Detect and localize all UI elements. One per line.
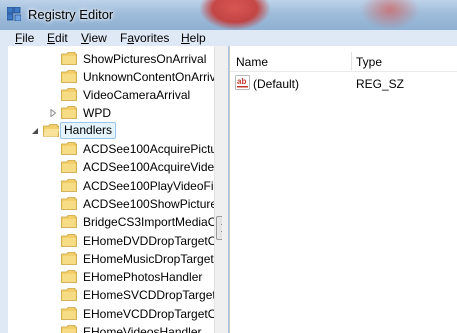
- tree-item[interactable]: ACDSee100PlayVideoFilesOnArrival: [8, 177, 222, 195]
- key-tree[interactable]: ShowPicturesOnArrival UnknownContentOnAr…: [8, 46, 223, 333]
- menu-edit-label: dit: [55, 31, 68, 45]
- tree-item[interactable]: EHomeVCDDropTargetOnArrival: [8, 305, 222, 323]
- value-type: REG_SZ: [356, 77, 405, 91]
- menu-help-accel: H: [181, 31, 190, 45]
- tree-item-label: EHomeVideosHandler: [83, 325, 202, 333]
- tree-item-label: ACDSee100AcquireVideosOnArrival: [83, 160, 222, 175]
- tree-item[interactable]: ACDSee100AcquirePicturesOnArrival: [8, 140, 222, 158]
- tree-item[interactable]: VideoCameraArrival: [8, 86, 214, 104]
- tree-item-label: EHomeSVCDDropTargetOnArrival: [83, 288, 222, 303]
- tree-item[interactable]: ACDSee100AcquireVideosOnArrival: [8, 158, 222, 176]
- tree-item[interactable]: ShowPicturesOnArrival: [8, 50, 214, 68]
- menu-favorites[interactable]: Favorites: [120, 31, 169, 45]
- column-divider[interactable]: [351, 52, 352, 70]
- tree-item-handlers[interactable]: Handlers: [8, 122, 214, 140]
- tree-item-label: EHomeDVDDropTargetOnArrival: [83, 233, 223, 248]
- background-glow: [200, 0, 270, 30]
- tree-item-label: BridgeCS3ImportMediaOnArrival: [83, 215, 222, 230]
- title-bar[interactable]: Registry Editor: [0, 0, 457, 30]
- folder-icon: [61, 88, 77, 101]
- tree-item[interactable]: EHomePhotosHandler: [8, 268, 214, 286]
- menu-favorites-label: vorites: [134, 31, 170, 45]
- menu-file-label: ile: [22, 31, 35, 45]
- folder-icon: [61, 251, 77, 265]
- folder-icon: [61, 70, 77, 83]
- tree-item-label: VideoCameraArrival: [83, 88, 191, 102]
- registry-editor-icon: [7, 7, 21, 21]
- folder-icon: [61, 52, 77, 65]
- menu-bar: File Edit View Favorites Help: [0, 30, 457, 46]
- background-glow: [360, 0, 420, 30]
- tree-item-label: WPD: [83, 106, 111, 120]
- tree-item[interactable]: EHomeSVCDDropTargetOnArrival: [8, 286, 222, 304]
- tree-item-label: EHomeVCDDropTargetOnArrival: [83, 306, 223, 321]
- tree-item[interactable]: EHomeVideosHandler: [8, 323, 214, 333]
- values-list[interactable]: Name Type ab (Default) REG_SZ: [229, 46, 457, 333]
- menu-edit[interactable]: Edit: [47, 31, 68, 45]
- open-folder-icon: [43, 124, 59, 137]
- menu-help[interactable]: Help: [181, 31, 206, 45]
- column-header-name[interactable]: Name: [236, 55, 268, 69]
- menu-view-label: iew: [88, 31, 107, 45]
- folder-icon: [61, 178, 77, 192]
- tree-item-label: EHomeMusicDropTargetOnArrival: [83, 251, 223, 266]
- tree-item-label: ACDSee100PlayVideoFilesOnArrival: [83, 178, 222, 193]
- tree-item-label-selected: Handlers: [60, 122, 117, 139]
- window-title: Registry Editor: [28, 7, 114, 22]
- menu-view-accel: V: [81, 31, 89, 45]
- menu-file[interactable]: File: [15, 31, 34, 45]
- menu-edit-accel: E: [47, 31, 56, 45]
- folder-icon: [61, 288, 77, 302]
- value-name: (Default): [253, 77, 300, 91]
- tree-item-label: EHomePhotosHandler: [83, 270, 203, 285]
- folder-icon: [61, 215, 77, 229]
- folder-icon: [61, 160, 77, 174]
- column-header-type[interactable]: Type: [356, 55, 382, 69]
- header-divider: [230, 71, 457, 72]
- collapse-arrow-icon[interactable]: [31, 127, 39, 135]
- tree-item[interactable]: BridgeCS3ImportMediaOnArrival: [8, 213, 222, 231]
- folder-icon: [61, 196, 77, 210]
- tree-item[interactable]: EHomeMusicDropTargetOnArrival: [8, 250, 222, 268]
- window-frame: [0, 46, 8, 333]
- tree-item[interactable]: ACDSee100ShowPicturesOnArrival: [8, 195, 222, 213]
- folder-icon: [61, 106, 77, 119]
- tree-item-label: UnknownContentOnArrival: [83, 70, 223, 84]
- tree-item-label: ACDSee100ShowPicturesOnArrival: [83, 196, 222, 211]
- folder-icon: [61, 306, 77, 320]
- tree-item-label: ACDSee100AcquirePicturesOnArrival: [83, 142, 222, 156]
- folder-icon: [61, 233, 77, 247]
- folder-icon: [61, 325, 77, 333]
- value-row[interactable]: ab (Default) REG_SZ: [230, 74, 457, 92]
- menu-help-label: elp: [189, 31, 206, 45]
- string-value-icon: ab: [235, 75, 250, 90]
- tree-item[interactable]: WPD: [8, 104, 214, 122]
- folder-icon: [61, 142, 77, 155]
- svg-text:ab: ab: [237, 77, 246, 86]
- expand-arrow-icon[interactable]: [49, 109, 57, 117]
- tree-item-label: ShowPicturesOnArrival: [83, 52, 207, 66]
- pane-splitter[interactable]: [222, 46, 228, 333]
- tree-item[interactable]: UnknownContentOnArrival: [8, 68, 222, 86]
- folder-icon: [61, 270, 77, 283]
- tree-item[interactable]: EHomeDVDDropTargetOnArrival: [8, 232, 222, 250]
- menu-view[interactable]: View: [81, 31, 107, 45]
